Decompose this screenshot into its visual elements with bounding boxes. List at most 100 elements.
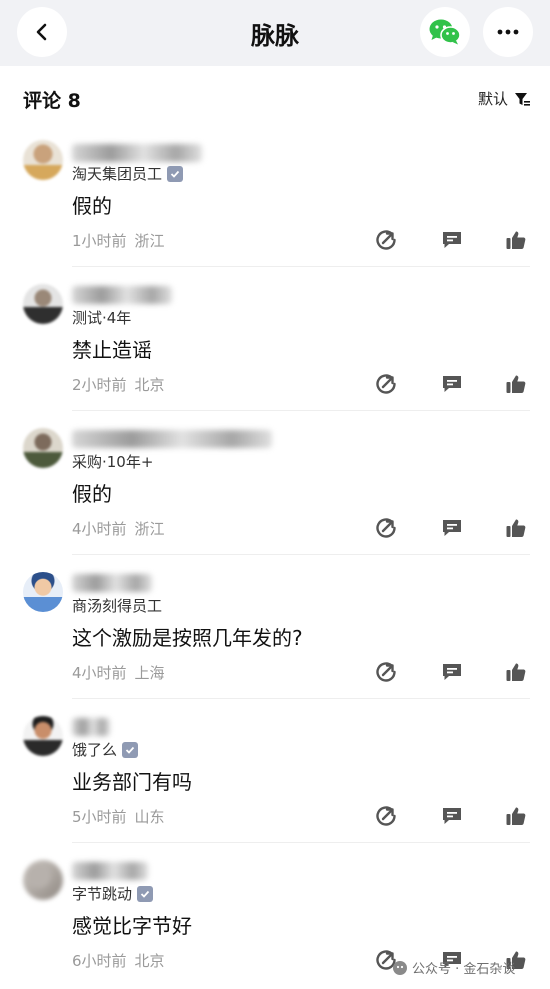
wechat-share-button[interactable] xyxy=(420,7,470,57)
like-button[interactable] xyxy=(504,660,528,684)
author-org: 饿了么 xyxy=(72,739,139,760)
filter-icon xyxy=(515,92,530,106)
divider xyxy=(72,266,530,267)
author-name-blurred[interactable] xyxy=(72,718,110,736)
comment-location: 浙江 xyxy=(134,520,165,538)
reply-button[interactable] xyxy=(440,804,464,828)
verified-badge-icon xyxy=(167,165,184,182)
like-button[interactable] xyxy=(504,228,528,252)
wechat-official-icon xyxy=(393,960,407,975)
comment-location: 北京 xyxy=(134,952,165,970)
share-button[interactable] xyxy=(374,228,398,252)
author-org: 商汤刻得员工 xyxy=(72,595,162,616)
author-name-blurred[interactable] xyxy=(72,862,148,880)
author-org: 采购·10年+ xyxy=(72,451,153,472)
comment-meta: 5小时前 山东 xyxy=(72,806,165,827)
comment-location: 上海 xyxy=(134,664,165,682)
reply-button[interactable] xyxy=(440,660,464,684)
share-button[interactable] xyxy=(374,516,398,540)
wechat-icon xyxy=(429,19,461,45)
author-org-text: 采购·10年+ xyxy=(72,453,154,471)
reply-button[interactable] xyxy=(440,372,464,396)
comment-location: 北京 xyxy=(134,376,165,394)
comment-meta: 4小时前 上海 xyxy=(72,662,165,683)
comment-item: 采购·10年+ 假的 4小时前 浙江 xyxy=(0,410,550,562)
sort-label: 默认 xyxy=(477,90,508,108)
avatar[interactable] xyxy=(23,572,63,612)
thumbs-up-icon xyxy=(506,519,526,537)
more-button[interactable] xyxy=(483,7,533,57)
comment-bubble-icon xyxy=(443,376,461,392)
author-org: 字节跳动 xyxy=(72,883,154,904)
comment-item: 饿了么 业务部门有吗 5小时前 山东 xyxy=(0,698,550,850)
author-name-blurred[interactable] xyxy=(72,286,172,304)
share-button[interactable] xyxy=(374,660,398,684)
comment-bubble-icon xyxy=(443,808,461,824)
comment-meta: 4小时前 浙江 xyxy=(72,518,165,539)
like-button[interactable] xyxy=(504,516,528,540)
sort-button[interactable]: 默认 xyxy=(478,88,530,109)
verified-badge-icon xyxy=(122,741,139,758)
author-org-text: 饿了么 xyxy=(72,741,118,759)
comments-header: 评论 8 默认 xyxy=(0,66,550,130)
comment-meta: 6小时前 北京 xyxy=(72,950,165,971)
thumbs-up-icon xyxy=(506,375,526,393)
avatar[interactable] xyxy=(23,860,63,900)
comment-text: 假的 xyxy=(72,194,112,218)
comments-count: 评论 8 xyxy=(23,90,81,112)
avatar[interactable] xyxy=(23,428,63,468)
comment-time: 4小时前 xyxy=(72,664,127,682)
comment-text: 禁止造谣 xyxy=(72,338,152,362)
avatar[interactable] xyxy=(23,284,63,324)
author-org: 淘天集团员工 xyxy=(72,163,184,184)
share-arrow-icon xyxy=(376,374,396,394)
reply-button[interactable] xyxy=(440,516,464,540)
author-name-blurred[interactable] xyxy=(72,430,272,448)
author-org: 测试·4年 xyxy=(72,307,131,328)
comment-text: 感觉比字节好 xyxy=(72,914,192,938)
comment-text: 业务部门有吗 xyxy=(72,770,192,794)
ellipsis-icon xyxy=(497,29,519,35)
author-name-blurred[interactable] xyxy=(72,574,152,592)
comment-time: 6小时前 xyxy=(72,952,127,970)
share-arrow-icon xyxy=(376,518,396,538)
author-org-text: 字节跳动 xyxy=(72,885,133,903)
comment-item: 淘天集团员工 假的 1小时前 浙江 xyxy=(0,130,550,274)
comment-time: 4小时前 xyxy=(72,520,127,538)
author-org-text: 商汤刻得员工 xyxy=(72,597,163,615)
share-arrow-icon xyxy=(376,230,396,250)
divider xyxy=(72,410,530,411)
avatar[interactable] xyxy=(23,140,63,180)
comment-meta: 1小时前 浙江 xyxy=(72,230,165,251)
comment-bubble-icon xyxy=(443,232,461,248)
comment-time: 5小时前 xyxy=(72,808,127,826)
reply-button[interactable] xyxy=(440,228,464,252)
comment-location: 浙江 xyxy=(134,232,165,250)
verified-badge-icon xyxy=(137,885,154,902)
thumbs-up-icon xyxy=(506,231,526,249)
comment-location: 山东 xyxy=(134,808,165,826)
comment-item: 测试·4年 禁止造谣 2小时前 北京 xyxy=(0,266,550,418)
avatar[interactable] xyxy=(23,716,63,756)
top-nav-bar: 脉脉 xyxy=(0,0,550,66)
share-arrow-icon xyxy=(376,662,396,682)
watermark-text: 公众号 · 金石杂谈 xyxy=(412,962,516,977)
comment-time: 1小时前 xyxy=(72,232,127,250)
thumbs-up-icon xyxy=(506,807,526,825)
like-button[interactable] xyxy=(504,372,528,396)
share-arrow-icon xyxy=(376,806,396,826)
author-org-text: 淘天集团员工 xyxy=(72,165,163,183)
comment-bubble-icon xyxy=(443,664,461,680)
comment-text: 假的 xyxy=(72,482,112,506)
comment-time: 2小时前 xyxy=(72,376,127,394)
comment-item: 商汤刻得员工 这个激励是按照几年发的? 4小时前 上海 xyxy=(0,554,550,706)
divider xyxy=(72,842,530,843)
like-button[interactable] xyxy=(504,804,528,828)
comment-text: 这个激励是按照几年发的? xyxy=(72,626,303,650)
share-button[interactable] xyxy=(374,804,398,828)
comment-meta: 2小时前 北京 xyxy=(72,374,165,395)
comment-bubble-icon xyxy=(443,520,461,536)
author-name-blurred[interactable] xyxy=(72,144,202,162)
watermark: 公众号 · 金石杂谈 xyxy=(392,958,515,977)
share-button[interactable] xyxy=(374,372,398,396)
